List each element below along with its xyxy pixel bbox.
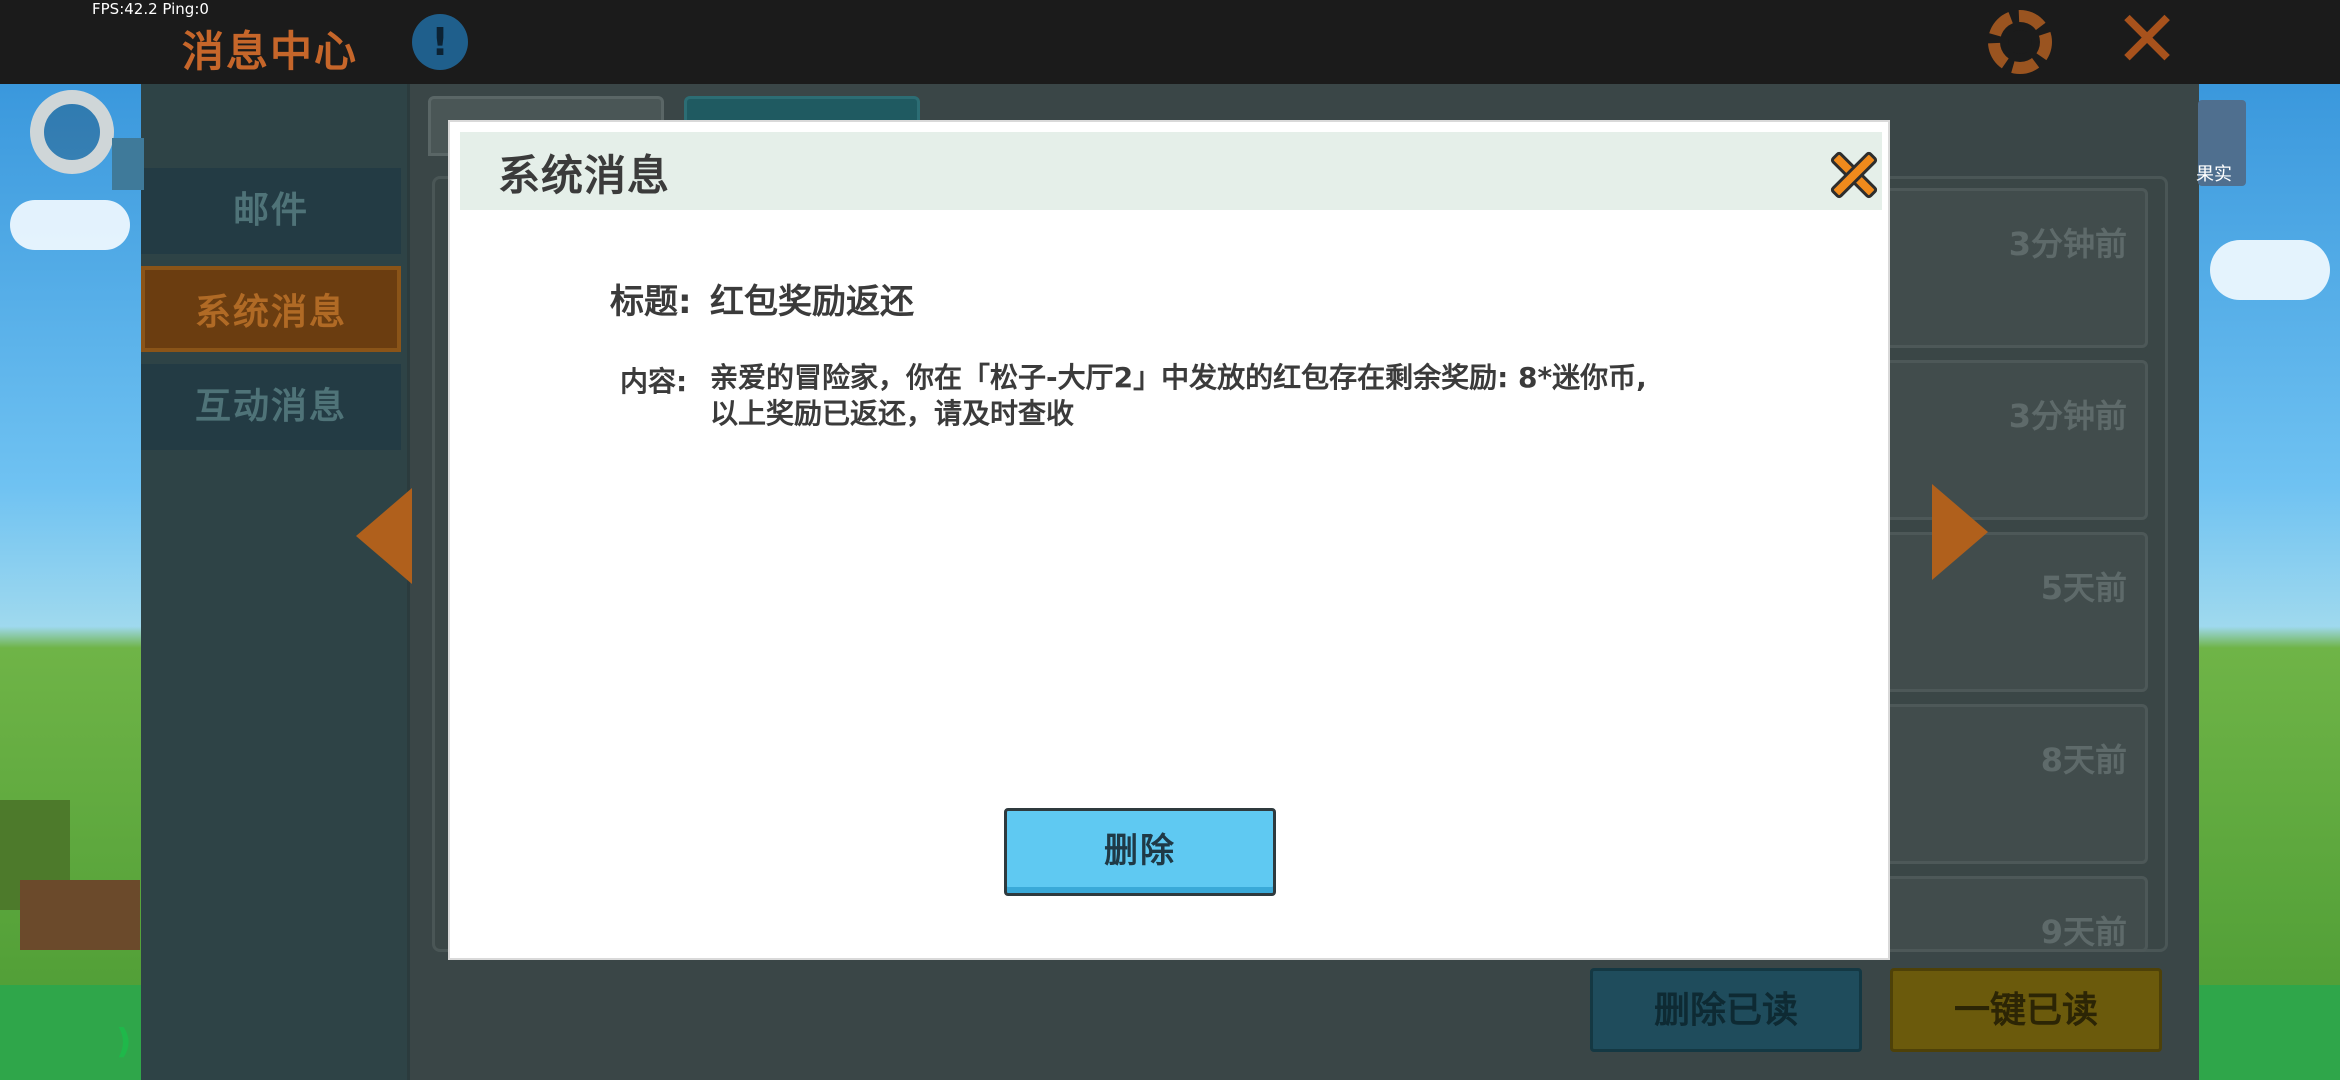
close-icon[interactable]: [1822, 144, 1884, 206]
message-time: 9天前: [2040, 913, 2127, 951]
previous-arrow-icon[interactable]: [356, 488, 412, 584]
message-body-line: 以上奖励已返还，请及时查收: [710, 397, 1075, 430]
dialog-header: 系统消息: [460, 132, 1882, 210]
cloud: [2210, 240, 2330, 300]
wifi-icon: ): [116, 1022, 132, 1062]
message-time: 5天前: [2040, 569, 2127, 607]
delete-button[interactable]: 删除: [1004, 808, 1276, 896]
message-time: 8天前: [2040, 741, 2127, 779]
dialog-title: 系统消息: [498, 151, 671, 200]
gear-icon[interactable]: [1988, 10, 2052, 74]
subject-label: 标题:: [610, 282, 692, 322]
help-icon[interactable]: !: [412, 14, 468, 70]
next-arrow-icon[interactable]: [1932, 484, 1988, 580]
fruit-icon-label: 果实: [2196, 164, 2232, 185]
message-time: 3分钟前: [2008, 225, 2127, 263]
delete-read-button[interactable]: 删除已读: [1590, 968, 1862, 1052]
system-message-dialog: 系统消息 标题: 红包奖励返还 内容: 亲爱的冒险家，你在「松子-大厅2」中发放…: [448, 120, 1890, 960]
message-body-line: 亲爱的冒险家，你在「松子-大厅2」中发放的红包存在剩余奖励: 8*迷你币,: [710, 361, 1647, 394]
sidebar-item-system-messages[interactable]: 系统消息: [141, 266, 401, 352]
record-icon[interactable]: [30, 90, 114, 174]
mark-all-read-button[interactable]: 一键已读: [1890, 968, 2162, 1052]
cloud: [10, 200, 130, 250]
fps-readout: FPS:42.2 Ping:0: [92, 0, 209, 18]
sidebar-item-mail[interactable]: 邮件: [141, 168, 401, 254]
message-body: 亲爱的冒险家，你在「松子-大厅2」中发放的红包存在剩余奖励: 8*迷你币, 以上…: [710, 360, 1730, 432]
message-subject: 红包奖励返还: [710, 282, 914, 322]
dirt-block: [20, 880, 140, 950]
sidebar-item-interaction-messages[interactable]: 互动消息: [141, 364, 401, 450]
close-icon[interactable]: ✕: [2112, 1, 2182, 79]
content-label: 内容:: [620, 365, 688, 398]
page-title: 消息中心: [182, 27, 359, 76]
megaphone-icon[interactable]: [112, 138, 144, 190]
message-time: 3分钟前: [2008, 397, 2127, 435]
